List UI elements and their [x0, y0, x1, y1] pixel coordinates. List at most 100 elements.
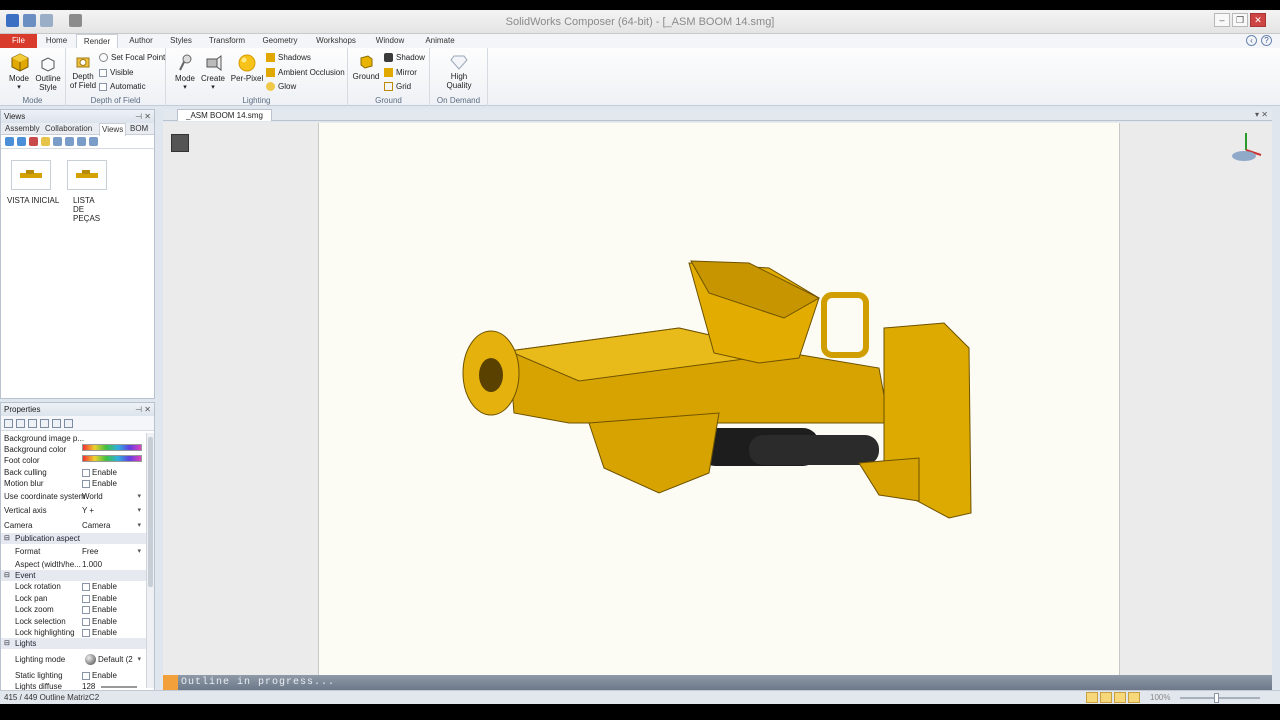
- move-top-icon[interactable]: [77, 137, 86, 146]
- document-close-icon[interactable]: ▾ ✕: [1255, 109, 1268, 121]
- prop-row-coordinate-system[interactable]: Use coordinate system World ▾: [1, 491, 146, 502]
- update-view-icon[interactable]: [17, 137, 26, 146]
- view-thumbnail-lista-de-pecas[interactable]: [67, 160, 107, 190]
- ground-button[interactable]: Ground: [351, 54, 381, 81]
- mirror-toggle[interactable]: Mirror: [384, 68, 417, 77]
- subtab-assembly[interactable]: Assembly: [5, 123, 40, 135]
- back-culling-check[interactable]: [82, 468, 90, 477]
- categorized-icon[interactable]: [4, 419, 13, 428]
- prop-section-publication-aspect[interactable]: ⊟ Publication aspect: [1, 533, 146, 544]
- property-pages-icon[interactable]: [52, 419, 61, 428]
- refresh-icon[interactable]: [28, 419, 37, 428]
- views-panel-buttons[interactable]: ⊣ ✕: [135, 110, 151, 123]
- prop-row-aspect[interactable]: Aspect (width/he... 1.000: [1, 559, 146, 570]
- 3d-viewport[interactable]: [163, 122, 1272, 682]
- alphabetical-icon[interactable]: [16, 419, 25, 428]
- zoom-slider-knob[interactable]: [1214, 693, 1219, 703]
- tab-window[interactable]: Window: [371, 34, 409, 48]
- create-light-button[interactable]: Create ▾: [199, 54, 227, 92]
- grid-toggle[interactable]: Grid: [384, 82, 411, 91]
- lock-zoom-check[interactable]: [82, 605, 90, 614]
- ambient-occlusion-toggle[interactable]: Ambient Occlusion: [266, 68, 345, 77]
- prop-row-lock-zoom[interactable]: Lock zoom Enable: [1, 604, 146, 615]
- prop-row-motion-blur[interactable]: Motion blur Enable: [1, 478, 146, 489]
- move-up-icon[interactable]: [53, 137, 62, 146]
- view-thumbnail-vista-inicial[interactable]: [11, 160, 51, 190]
- lock-highlighting-check[interactable]: [82, 628, 90, 637]
- foot-color-swatch[interactable]: [82, 455, 142, 462]
- background-color-swatch[interactable]: [82, 444, 142, 451]
- render-canvas[interactable]: [318, 123, 1120, 682]
- minimize-icon[interactable]: –: [1214, 13, 1230, 27]
- dropdown-icon[interactable]: ▾: [137, 520, 141, 531]
- visible-check[interactable]: [99, 68, 107, 77]
- dropdown-icon[interactable]: ▾: [137, 654, 141, 665]
- collapse-icon[interactable]: ⊟: [4, 533, 10, 544]
- glow-toggle[interactable]: Glow: [266, 82, 296, 91]
- prop-row-lock-highlighting[interactable]: Lock highlighting Enable: [1, 627, 146, 638]
- dropdown-icon[interactable]: ▾: [137, 546, 141, 557]
- lights-diffuse-slider[interactable]: [101, 686, 137, 688]
- prop-row-lock-pan[interactable]: Lock pan Enable: [1, 593, 146, 604]
- lock-pan-check[interactable]: [82, 594, 90, 603]
- set-focal-point-button[interactable]: Set Focal Point: [99, 53, 165, 62]
- properties-scrollbar[interactable]: [146, 433, 154, 688]
- tab-geometry[interactable]: Geometry: [258, 34, 302, 48]
- per-pixel-button[interactable]: Per-Pixel: [230, 54, 264, 83]
- back-icon[interactable]: ‹: [1246, 35, 1257, 46]
- tab-animate[interactable]: Animate: [419, 34, 461, 48]
- orientation-triad[interactable]: [1228, 130, 1264, 166]
- automatic-check[interactable]: [99, 82, 107, 91]
- prop-row-camera[interactable]: Camera Camera ▾: [1, 520, 146, 531]
- prop-row-foot-color[interactable]: Foot color: [1, 455, 146, 466]
- visible-checkbox[interactable]: Visible: [99, 68, 133, 77]
- close-icon[interactable]: ✕: [1250, 13, 1266, 27]
- reset-icon[interactable]: [40, 419, 49, 428]
- move-bottom-icon[interactable]: [89, 137, 98, 146]
- prop-section-lights[interactable]: ⊟ Lights: [1, 638, 146, 649]
- subtab-views[interactable]: Views: [99, 123, 127, 136]
- prop-row-lighting-mode[interactable]: Lighting mode Default (2 ▾: [1, 654, 146, 667]
- lock-rotation-check[interactable]: [82, 582, 90, 591]
- document-tab[interactable]: _ASM BOOM 14.smg: [177, 109, 272, 121]
- prop-row-vertical-axis[interactable]: Vertical axis Y + ▾: [1, 505, 146, 516]
- edit-mode-icon[interactable]: [1100, 692, 1112, 703]
- prop-row-back-culling[interactable]: Back culling Enable: [1, 467, 146, 478]
- settings-icon[interactable]: [64, 419, 73, 428]
- static-lighting-check[interactable]: [82, 671, 90, 680]
- zoom-slider[interactable]: [1180, 697, 1260, 699]
- depth-of-field-button[interactable]: Depth of Field: [68, 54, 98, 90]
- subtab-collaboration[interactable]: Collaboration: [45, 123, 92, 135]
- properties-panel-buttons[interactable]: ⊣ ✕: [135, 403, 151, 416]
- dropdown-icon[interactable]: ▾: [137, 491, 141, 502]
- high-quality-button[interactable]: High Quality: [442, 54, 476, 90]
- scrollbar-thumb[interactable]: [148, 437, 153, 587]
- fit-icon[interactable]: [1128, 692, 1140, 703]
- tab-transform[interactable]: Transform: [203, 34, 251, 48]
- automatic-checkbox[interactable]: Automatic: [99, 82, 146, 91]
- tab-home[interactable]: Home: [40, 34, 73, 48]
- shadows-toggle[interactable]: Shadows: [266, 53, 311, 62]
- mode-button[interactable]: Mode ▾: [6, 52, 32, 92]
- delete-view-icon[interactable]: [29, 137, 38, 146]
- dropdown-icon[interactable]: ▾: [137, 505, 141, 516]
- prop-section-event[interactable]: ⊟ Event: [1, 570, 146, 581]
- prop-row-lock-selection[interactable]: Lock selection Enable: [1, 616, 146, 627]
- new-view-icon[interactable]: [5, 137, 14, 146]
- edit-view-icon[interactable]: [41, 137, 50, 146]
- collapse-icon[interactable]: ⊟: [4, 570, 10, 581]
- subtab-bom[interactable]: BOM: [130, 123, 148, 135]
- tab-workshops[interactable]: Workshops: [311, 34, 361, 48]
- move-down-icon[interactable]: [65, 137, 74, 146]
- grid-mode-icon[interactable]: [1114, 692, 1126, 703]
- prop-row-background-color[interactable]: Background color: [1, 444, 146, 455]
- restore-icon[interactable]: ❐: [1232, 13, 1248, 27]
- collapse-icon[interactable]: ⊟: [4, 638, 10, 649]
- tab-render[interactable]: Render: [76, 34, 118, 48]
- lighting-mode-button[interactable]: Mode ▾: [171, 54, 199, 92]
- lock-selection-check[interactable]: [82, 617, 90, 626]
- outline-style-button[interactable]: Outline Style: [33, 56, 63, 92]
- help-icon[interactable]: ?: [1261, 35, 1272, 46]
- tab-author[interactable]: Author: [122, 34, 160, 48]
- prop-row-static-lighting[interactable]: Static lighting Enable: [1, 670, 146, 681]
